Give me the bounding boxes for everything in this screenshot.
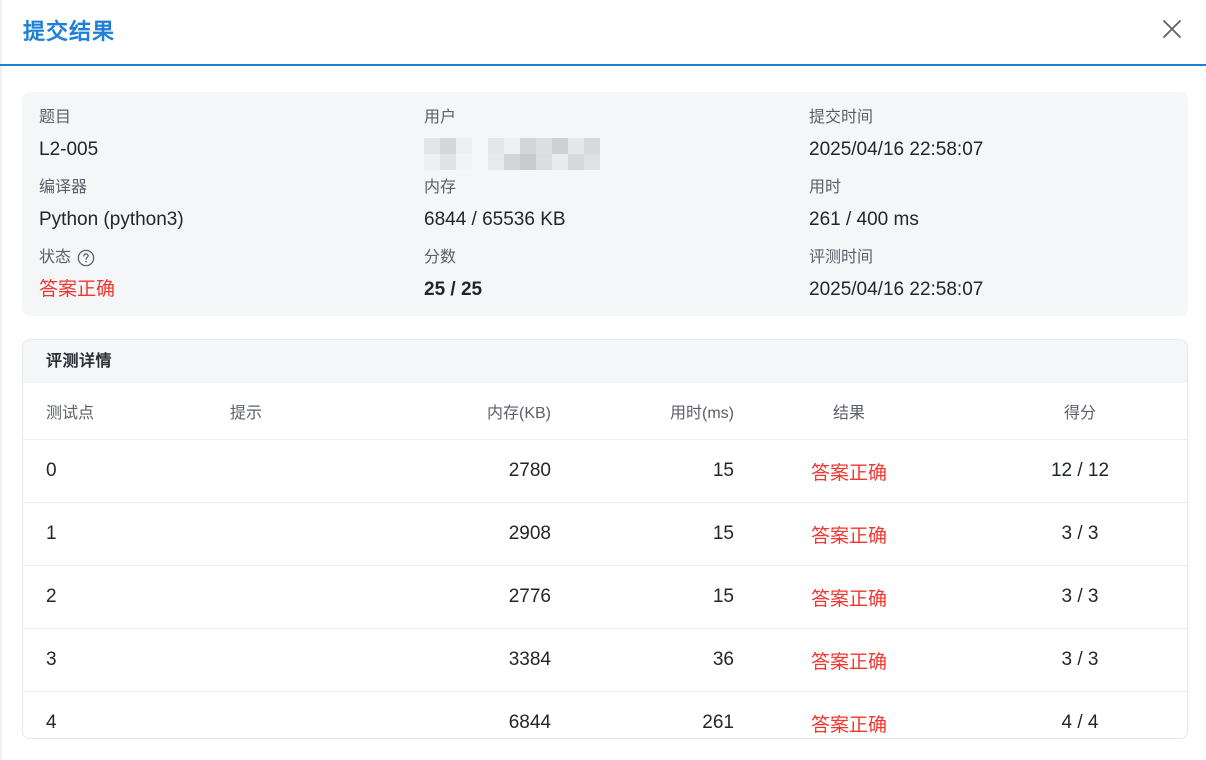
status-value: 答案正确 — [39, 279, 116, 300]
cell-memory: 2908 — [429, 502, 552, 566]
status-label: 状态 — [39, 249, 72, 266]
cell-hint — [229, 502, 429, 566]
judge-time-field: 评测时间 2025/04/16 22:58:07 — [809, 248, 983, 302]
dialog-left-edge — [0, 0, 2, 760]
judge-time-label: 评测时间 — [809, 249, 874, 266]
status-field: 状态 答案正确 — [39, 248, 115, 302]
cell-time: 261 — [702, 712, 734, 733]
problem-field: 题目 L2-005 — [39, 108, 98, 162]
score-value: 25 / 25 — [424, 279, 483, 300]
judge-time-value: 2025/04/16 22:58:07 — [809, 279, 984, 300]
column-header-result: 结果 — [735, 383, 963, 440]
judge-details-title: 评测详情 — [23, 340, 1187, 383]
memory-label: 内存 — [424, 179, 457, 196]
column-header-memory: 内存(KB) — [429, 383, 552, 440]
table-header-row: 测试点 提示 内存(KB) 用时(ms) 结果 得分 — [23, 383, 1187, 440]
table-row: 4 6844 261 答案正确 4 / 4 — [23, 692, 1187, 739]
dialog-header: 提交结果 — [0, 0, 1206, 66]
cell-score: 4 / 4 — [1061, 712, 1099, 733]
problem-value[interactable]: L2-005 — [39, 138, 98, 162]
submit-time-label: 提交时间 — [809, 109, 874, 126]
cell-memory: 2776 — [429, 565, 552, 629]
table-row: 1 2908 15 答案正确 3 / 3 — [23, 502, 1187, 566]
cell-time: 15 — [552, 502, 735, 566]
table-row: 3 3384 36 答案正确 3 / 3 — [23, 628, 1187, 692]
submit-time-field: 提交时间 2025/04/16 22:58:07 — [809, 108, 983, 162]
cell-result: 答案正确 — [735, 565, 963, 629]
column-header-score: 得分 — [963, 383, 1187, 440]
dialog-title: 提交结果 — [23, 19, 116, 44]
cell-time: 15 — [552, 439, 735, 503]
cell-hint — [229, 565, 429, 629]
memory-value: 6844 / 65536 KB — [424, 209, 566, 230]
cell-case: 2 — [23, 565, 229, 629]
cell-result: 答案正确 — [735, 628, 963, 692]
cell-time: 36 — [552, 628, 735, 692]
cell-result: 答案正确 — [810, 714, 887, 736]
cell-hint — [229, 628, 429, 692]
judge-details-card: 评测详情 测试点 提示 内存(KB) 用时(ms) 结果 得分 0 2780 1… — [22, 339, 1188, 739]
cell-score: 12 / 12 — [963, 439, 1187, 503]
user-field: 用户 — [424, 108, 600, 170]
time-label: 用时 — [809, 179, 842, 196]
question-circle-icon[interactable] — [77, 249, 95, 267]
status-label-row: 状态 — [39, 248, 115, 268]
user-avatar-name-blurred — [424, 138, 600, 170]
cell-case: 3 — [23, 628, 229, 692]
column-header-case: 测试点 — [23, 383, 229, 440]
table-row: 0 2780 15 答案正确 12 / 12 — [23, 439, 1187, 503]
score-field: 分数 25 / 25 — [424, 248, 482, 302]
time-value: 261 / 400 ms — [809, 209, 919, 230]
cell-score: 3 / 3 — [963, 565, 1187, 629]
problem-label: 题目 — [39, 109, 72, 126]
compiler-label: 编译器 — [39, 179, 88, 196]
cell-result: 答案正确 — [735, 502, 963, 566]
cell-memory: 2780 — [429, 439, 552, 503]
cell-score: 3 / 3 — [963, 628, 1187, 692]
column-header-time: 用时(ms) — [552, 383, 735, 440]
cell-score: 3 / 3 — [963, 502, 1187, 566]
cell-hint — [229, 439, 429, 503]
judge-details-table: 测试点 提示 内存(KB) 用时(ms) 结果 得分 0 2780 15 答案正… — [23, 383, 1187, 739]
column-header-hint: 提示 — [229, 383, 429, 440]
user-label: 用户 — [424, 109, 457, 126]
cell-memory: 6844 — [508, 712, 551, 733]
cell-case: 0 — [23, 439, 229, 503]
score-label: 分数 — [424, 249, 457, 266]
table-row: 2 2776 15 答案正确 3 / 3 — [23, 565, 1187, 629]
cell-time: 15 — [552, 565, 735, 629]
close-icon[interactable] — [1160, 17, 1184, 41]
memory-field: 内存 6844 / 65536 KB — [424, 178, 566, 232]
cell-hint — [229, 692, 429, 739]
time-field: 用时 261 / 400 ms — [809, 178, 919, 232]
cell-case: 1 — [23, 502, 229, 566]
compiler-field: 编译器 Python (python3) — [39, 178, 184, 232]
submit-time-value: 2025/04/16 22:58:07 — [809, 139, 984, 160]
cell-case: 4 — [46, 712, 57, 733]
cell-result: 答案正确 — [735, 439, 963, 503]
cell-memory: 3384 — [429, 628, 552, 692]
submission-info-card: 题目 L2-005 编译器 Python (python3) 状态 答案正确 用… — [22, 92, 1188, 316]
compiler-value: Python (python3) — [39, 209, 184, 230]
